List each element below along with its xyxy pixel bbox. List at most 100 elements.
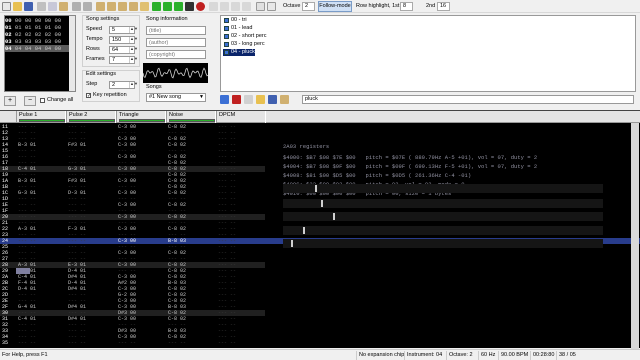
copy-icon[interactable] xyxy=(48,2,57,11)
speed-spinner[interactable]: 5 ▲▼ xyxy=(109,26,138,34)
pattern-cell[interactable]: --- -- xyxy=(218,340,236,346)
octave-select[interactable]: 2 xyxy=(302,2,315,11)
stop-icon[interactable] xyxy=(185,2,194,11)
instrument-name-input[interactable]: pluck xyxy=(302,95,634,104)
step-spinner[interactable]: 2 ▲▼ xyxy=(109,81,138,89)
instrument-icon xyxy=(224,18,229,23)
instrument-list[interactable]: 00 - tri 01 - lead 02 - short perc 03 - … xyxy=(220,15,636,92)
edit-instrument-icon[interactable] xyxy=(280,95,289,104)
frame-row[interactable]: 00 00 00 00 00 00 xyxy=(5,17,69,24)
frame-row[interactable]: 02 02 02 02 02 00 xyxy=(5,31,69,38)
pattern-cell[interactable]: --- -- xyxy=(118,340,136,346)
previous-track-icon[interactable] xyxy=(209,2,218,11)
channel-header-4[interactable]: DPCM xyxy=(216,111,266,123)
step-value: 2 xyxy=(112,82,116,88)
channel-volume-meter xyxy=(169,119,215,122)
song-select[interactable]: #1 New song ▼ xyxy=(146,93,206,102)
instrument-icon xyxy=(224,26,229,31)
paste-icon[interactable] xyxy=(59,2,68,11)
tools-icon[interactable] xyxy=(129,2,138,11)
play-pattern-icon[interactable] xyxy=(174,2,183,11)
new-instrument-icon[interactable] xyxy=(220,95,229,104)
channel-header: Pulse 1 Pulse 2 Triangle Noise DPCM xyxy=(0,111,640,123)
instrument-item[interactable]: 02 - short perc xyxy=(223,33,266,40)
frame-list-scrollbar[interactable] xyxy=(69,16,75,91)
record-icon[interactable] xyxy=(196,2,205,11)
edit-settings-title: Edit settings xyxy=(86,71,116,77)
key-repetition-checkbox[interactable]: ✓ xyxy=(86,93,91,99)
row-highlight-second-input[interactable]: 16 xyxy=(437,2,450,11)
pattern-cell[interactable]: --- -- xyxy=(68,340,86,346)
previous-frame-icon[interactable] xyxy=(231,2,240,11)
frame-list[interactable]: 00 00 00 00 00 00 01 01 01 01 01 00 02 0… xyxy=(4,15,76,92)
instrument-item[interactable]: 03 - long perc xyxy=(223,41,265,48)
channel-header-2[interactable]: Triangle xyxy=(116,111,166,123)
follow-mode-button[interactable]: Follow-mode xyxy=(318,1,352,12)
play-loop-icon[interactable] xyxy=(163,2,172,11)
pattern-scrollbar[interactable] xyxy=(631,123,639,349)
song-title-input[interactable] xyxy=(146,26,206,35)
row-highlight-label: Row highlight, 1st xyxy=(356,3,400,9)
frame-number: 04 xyxy=(5,45,12,52)
redo-icon[interactable] xyxy=(83,2,92,11)
pattern-row[interactable]: 35 --- -- --- -- --- -- --- -- --- -- xyxy=(0,340,265,346)
speed-label: Speed xyxy=(86,26,102,32)
song-copyright-input[interactable] xyxy=(146,50,206,59)
instrument-item-selected[interactable]: 04 - pluck xyxy=(223,49,255,56)
instrument-icon[interactable] xyxy=(107,2,116,11)
channel-header-0[interactable]: Pulse 1 xyxy=(16,111,66,123)
instrument-item[interactable]: 00 - tri xyxy=(223,17,247,24)
frame-row[interactable]: 03 03 03 03 03 00 xyxy=(5,38,69,45)
clone-instrument-icon[interactable] xyxy=(244,95,253,104)
help-icon[interactable] xyxy=(256,2,265,11)
load-instrument-icon[interactable] xyxy=(256,95,265,104)
song-author-input[interactable] xyxy=(146,38,206,47)
main-toolbar: Octave 2 Follow-mode Row highlight, 1st … xyxy=(0,0,640,13)
spin-arrows-icon[interactable]: ▲▼ xyxy=(129,27,138,33)
spin-arrows-icon[interactable]: ▲▼ xyxy=(129,37,138,43)
remove-instrument-icon[interactable] xyxy=(232,95,241,104)
module-properties-icon[interactable] xyxy=(96,2,105,11)
frames-spinner[interactable]: 7 ▲▼ xyxy=(109,56,138,64)
play-icon[interactable] xyxy=(152,2,161,11)
spin-arrows-icon[interactable]: ▲▼ xyxy=(129,57,138,63)
pattern-editor[interactable]: Pulse 1 Pulse 2 Triangle Noise DPCM 11 --- --… xyxy=(0,110,640,349)
export-pdf-icon[interactable] xyxy=(267,2,276,11)
lamp-icon[interactable] xyxy=(140,2,149,11)
tempo-label: Tempo xyxy=(86,36,103,42)
next-frame-icon[interactable] xyxy=(242,2,251,11)
new-file-icon[interactable] xyxy=(2,2,11,11)
frame-values: 01 01 01 01 00 xyxy=(14,24,62,31)
song-select-value: #1 New song xyxy=(149,94,182,100)
settings-icon[interactable] xyxy=(118,2,127,11)
row-highlight-first-input[interactable]: 8 xyxy=(400,2,413,11)
remove-frame-button[interactable]: − xyxy=(24,96,36,106)
save-instrument-icon[interactable] xyxy=(268,95,277,104)
cut-icon[interactable] xyxy=(37,2,46,11)
tempo-spinner[interactable]: 150 ▲▼ xyxy=(109,36,138,44)
change-all-checkbox[interactable] xyxy=(40,98,45,103)
channel-header-1[interactable]: Pulse 2 xyxy=(66,111,116,123)
instrument-icon xyxy=(224,50,229,55)
channel-name: Pulse 2 xyxy=(69,112,88,118)
step-label: Step xyxy=(86,81,98,87)
visualizer-marker xyxy=(315,185,317,192)
frame-row-selected[interactable]: 04 04 04 04 04 00 xyxy=(5,45,69,52)
frame-values: 00 00 00 00 00 xyxy=(14,17,62,24)
song-info-title: Song information xyxy=(146,16,188,22)
pattern-cell[interactable]: --- -- xyxy=(168,340,186,346)
channel-volume-meter xyxy=(69,119,115,122)
next-track-icon[interactable] xyxy=(220,2,229,11)
spin-arrows-icon[interactable]: ▲▼ xyxy=(129,47,138,53)
rows-spinner[interactable]: 64 ▲▼ xyxy=(109,46,138,54)
undo-icon[interactable] xyxy=(72,2,81,11)
add-frame-button[interactable]: + xyxy=(4,96,16,106)
open-folder-icon[interactable] xyxy=(13,2,22,11)
spin-arrows-icon[interactable]: ▲▼ xyxy=(129,82,138,88)
channel-visualizer xyxy=(283,239,603,248)
save-icon[interactable] xyxy=(24,2,33,11)
channel-header-3[interactable]: Noise xyxy=(166,111,216,123)
frame-row[interactable]: 01 01 01 01 01 00 xyxy=(5,24,69,31)
pattern-cell[interactable]: --- -- xyxy=(18,340,36,346)
instrument-item[interactable]: 01 - lead xyxy=(223,25,252,32)
